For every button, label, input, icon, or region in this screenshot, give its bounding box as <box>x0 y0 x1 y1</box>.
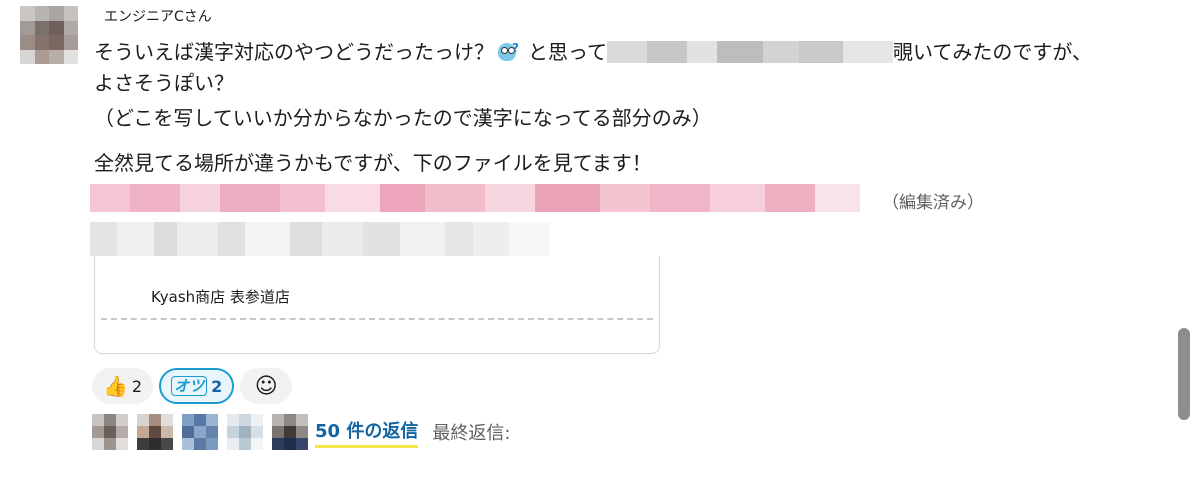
author-name[interactable]: エンジニアCさん <box>104 6 212 26</box>
otsu-icon: オツ <box>171 376 208 396</box>
message-line-4: 全然見てる場所が違うかもですが、下のファイルを見てます！ <box>94 151 652 175</box>
redacted-file-link[interactable] <box>90 184 860 212</box>
thread-replies: 50 件の返信 最終返信: <box>92 414 510 450</box>
reaction-otsu[interactable]: オツ 2 <box>159 368 235 404</box>
edited-label: （編集済み） <box>882 193 984 213</box>
redacted-text <box>90 222 550 256</box>
reaction-count: 2 <box>211 376 223 396</box>
reaction-count: 2 <box>131 376 143 396</box>
message-text-part: と思って <box>528 40 607 64</box>
add-emoji-icon: ☺ <box>254 373 278 399</box>
attachment-card[interactable]: Kyash商店 表参道店 <box>94 256 660 354</box>
replier-avatar[interactable] <box>182 414 218 450</box>
reply-count-link[interactable]: 50 件の返信 <box>315 417 419 448</box>
message-text-part: 覗いてみたのですが、 <box>893 40 1092 64</box>
message-line-2: よさそうぽい？ <box>94 71 234 95</box>
replier-avatar[interactable] <box>227 414 263 450</box>
message-text-part: そういえば漢字対応のやつどうだったっけ？ <box>94 40 494 64</box>
replier-avatar[interactable] <box>137 414 173 450</box>
replier-avatar[interactable] <box>272 414 308 450</box>
reaction-thumbs-up[interactable]: 👍 2 <box>92 368 154 404</box>
dashed-divider <box>101 318 653 320</box>
attachment-title: Kyash商店 表参道店 <box>151 288 290 306</box>
replier-avatar[interactable] <box>92 414 128 450</box>
reaction-bar: 👍 2 オツ 2 ☺ <box>92 368 293 404</box>
add-reaction-button[interactable]: ☺ <box>240 368 293 404</box>
message-line-3: （どこを写していいか分からなかったので漢字になってる部分のみ） <box>94 106 712 130</box>
scrollbar-thumb[interactable] <box>1178 328 1190 420</box>
message-line-1: そういえば漢字対応のやつどうだったっけ？ ? と思って 覗いてみたのですが、 <box>94 37 1092 67</box>
thumbs-up-icon: 👍 <box>103 374 128 398</box>
redacted-link <box>607 41 893 63</box>
last-reply-label: 最終返信: <box>432 423 511 444</box>
gopher-emoji-icon: ? <box>496 37 522 63</box>
author-avatar[interactable] <box>20 6 78 64</box>
